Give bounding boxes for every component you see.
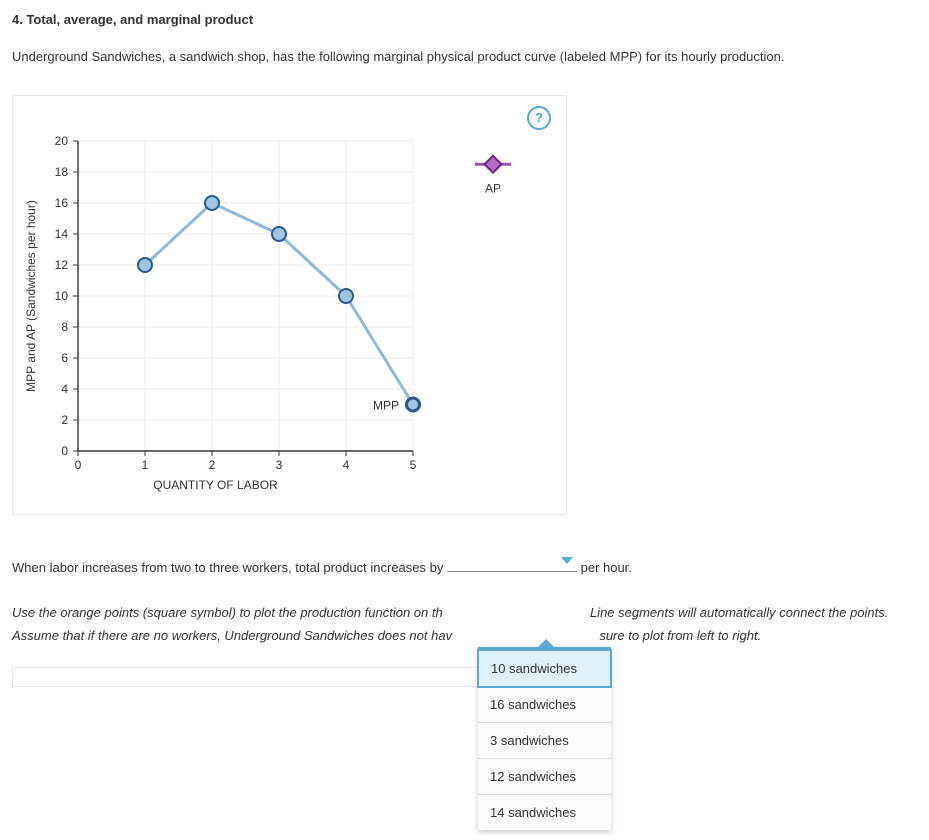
svg-text:QUANTITY OF LABOR: QUANTITY OF LABOR: [153, 478, 278, 492]
intro-text: Underground Sandwiches, a sandwich shop,…: [12, 47, 917, 67]
svg-text:0: 0: [75, 458, 82, 472]
dropdown-option[interactable]: 16 sandwiches: [478, 687, 611, 723]
svg-text:0: 0: [61, 444, 68, 458]
dropdown-pointer-icon: [538, 639, 554, 647]
instructions-text: Use the orange points (square symbol) to…: [12, 601, 917, 648]
svg-text:MPP: MPP: [373, 398, 399, 412]
dropdown-option[interactable]: 14 sandwiches: [478, 795, 611, 830]
svg-text:2: 2: [61, 413, 68, 427]
intro-prefix: Underground Sandwiches, a sandwich shop,…: [12, 49, 610, 64]
svg-text:14: 14: [55, 227, 69, 241]
instr-line1a: Use the orange points (square symbol) to…: [12, 605, 443, 620]
svg-text:MPP and AP (Sandwiches per hou: MPP and AP (Sandwiches per hour): [24, 200, 38, 392]
intro-mpp-label: MPP: [610, 49, 638, 64]
svg-text:2: 2: [209, 458, 216, 472]
svg-text:6: 6: [61, 351, 68, 365]
dropdown-option[interactable]: 10 sandwiches: [477, 649, 612, 688]
dropdown-option[interactable]: 12 sandwiches: [478, 759, 611, 795]
chart-svg: 01234502468101214161820QUANTITY OF LABOR…: [13, 126, 568, 516]
svg-text:18: 18: [55, 165, 69, 179]
svg-text:20: 20: [55, 134, 69, 148]
instr-line2b: sure to plot from left to right.: [599, 628, 761, 643]
dropdown-panel: 10 sandwiches16 sandwiches3 sandwiches12…: [478, 647, 611, 830]
instr-line2a: Assume that if there are no workers, Und…: [12, 628, 452, 643]
question-title: 4. Total, average, and marginal product: [12, 12, 917, 27]
svg-text:5: 5: [410, 458, 417, 472]
svg-text:10: 10: [55, 289, 69, 303]
svg-text:4: 4: [343, 458, 350, 472]
chart-container: ? 01234502468101214161820QUANTITY OF LAB…: [12, 95, 567, 515]
question-line: When labor increases from two to three w…: [12, 555, 917, 579]
second-chart-top-edge: [12, 667, 512, 687]
svg-text:8: 8: [61, 320, 68, 334]
svg-text:16: 16: [55, 196, 69, 210]
question-prefix: When labor increases from two to three w…: [12, 560, 447, 575]
intro-suffix: ) for its hourly production.: [638, 49, 785, 64]
svg-text:AP: AP: [485, 181, 501, 195]
instr-line1b: Line segments will automatically connect…: [590, 605, 888, 620]
dropdown-option[interactable]: 3 sandwiches: [478, 723, 611, 759]
question-suffix: per hour.: [581, 560, 632, 575]
svg-text:12: 12: [55, 258, 69, 272]
svg-text:3: 3: [276, 458, 283, 472]
answer-dropdown[interactable]: [447, 555, 577, 572]
help-icon: ?: [535, 110, 543, 125]
svg-text:4: 4: [61, 382, 68, 396]
svg-text:1: 1: [142, 458, 149, 472]
chevron-down-icon: [561, 557, 573, 564]
